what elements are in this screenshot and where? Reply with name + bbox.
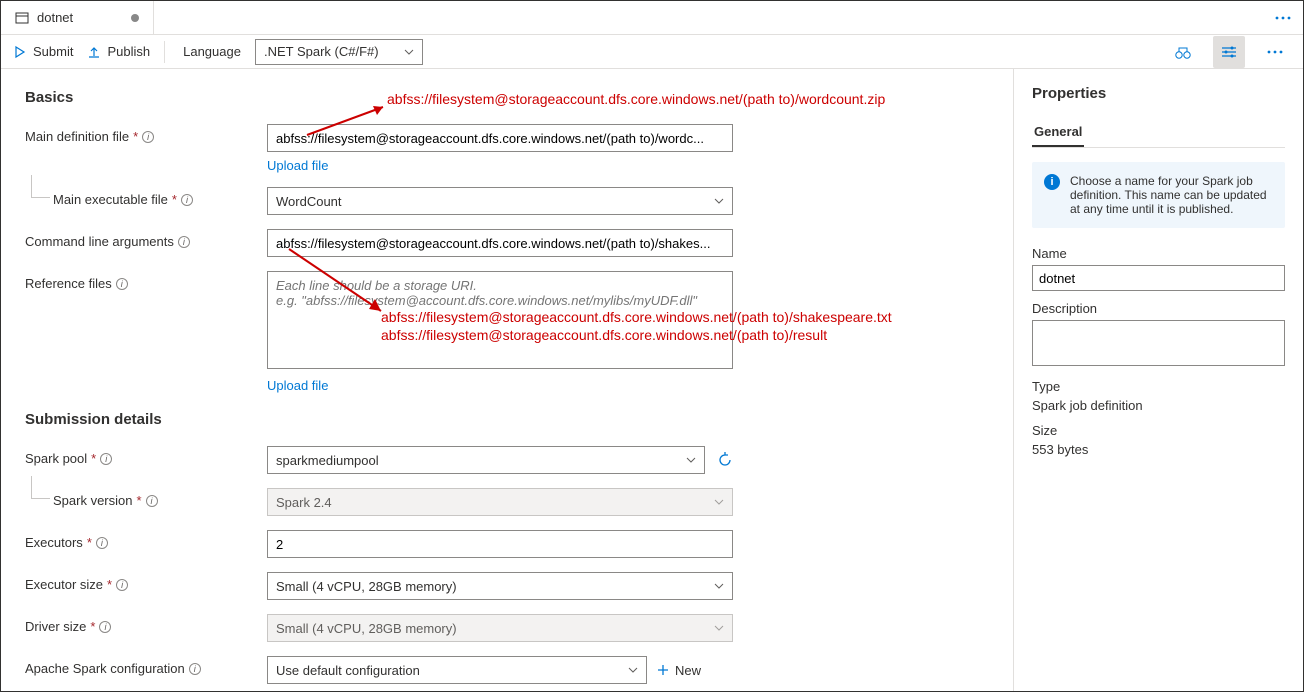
driver-size-select: Small (4 vCPU, 28GB memory) xyxy=(267,614,733,642)
spark-config-select[interactable]: Use default configuration xyxy=(267,656,647,684)
spark-version-label: Spark version xyxy=(53,493,132,508)
language-value: .NET Spark (C#/F#) xyxy=(264,44,379,59)
info-circle-icon: i xyxy=(1044,174,1060,190)
spark-pool-value: sparkmediumpool xyxy=(276,453,379,468)
spark-pool-label: Spark pool xyxy=(25,451,87,466)
ref-files-input[interactable] xyxy=(267,271,733,369)
refresh-button[interactable] xyxy=(717,452,733,468)
spark-config-value: Use default configuration xyxy=(276,663,420,678)
info-icon[interactable]: i xyxy=(100,453,112,465)
refresh-icon xyxy=(717,452,733,468)
publish-label: Publish xyxy=(107,44,150,59)
driver-size-label: Driver size xyxy=(25,619,86,634)
properties-heading: Properties xyxy=(1032,85,1285,102)
size-value: 553 bytes xyxy=(1032,442,1285,457)
submit-button[interactable]: Submit xyxy=(13,44,73,59)
plus-icon xyxy=(657,664,669,676)
name-label: Name xyxy=(1032,246,1285,261)
new-config-button[interactable]: New xyxy=(657,663,701,678)
main-exe-value: WordCount xyxy=(276,194,342,209)
new-label: New xyxy=(675,663,701,678)
cmd-args-input[interactable] xyxy=(267,229,733,257)
info-callout: i Choose a name for your Spark job defin… xyxy=(1032,162,1285,228)
info-icon[interactable]: i xyxy=(189,663,201,675)
tab-bar: dotnet xyxy=(1,1,1303,35)
spark-version-select: Spark 2.4 xyxy=(267,488,733,516)
tab-file-icon xyxy=(15,11,29,25)
submit-label: Submit xyxy=(33,44,73,59)
properties-panel: Properties General i Choose a name for y… xyxy=(1013,69,1303,691)
name-input[interactable] xyxy=(1032,265,1285,291)
info-icon[interactable]: i xyxy=(142,131,154,143)
info-icon[interactable]: i xyxy=(116,579,128,591)
info-icon[interactable]: i xyxy=(116,278,128,290)
cmd-args-label: Command line arguments xyxy=(25,234,174,249)
chevron-down-icon xyxy=(714,497,724,507)
view-configs-link[interactable]: View configurations xyxy=(267,690,380,691)
type-label: Type xyxy=(1032,379,1285,394)
upload-file-link-1[interactable]: Upload file xyxy=(267,158,328,173)
form-area: abfss://filesystem@storageaccount.dfs.co… xyxy=(1,69,1013,691)
spark-pool-select[interactable]: sparkmediumpool xyxy=(267,446,705,474)
unsaved-dot-icon xyxy=(131,14,139,22)
executor-size-label: Executor size xyxy=(25,577,103,592)
main-exe-label: Main executable file xyxy=(53,192,168,207)
executors-input[interactable] xyxy=(267,530,733,558)
chevron-down-icon xyxy=(628,665,638,675)
language-select[interactable]: .NET Spark (C#/F#) xyxy=(255,39,423,65)
type-value: Spark job definition xyxy=(1032,398,1285,413)
chevron-down-icon xyxy=(714,581,724,591)
toolbar-more-button[interactable] xyxy=(1259,36,1291,68)
driver-size-value: Small (4 vCPU, 28GB memory) xyxy=(276,621,457,636)
executor-size-select[interactable]: Small (4 vCPU, 28GB memory) xyxy=(267,572,733,600)
info-icon[interactable]: i xyxy=(96,537,108,549)
tab-title: dotnet xyxy=(37,10,73,25)
executors-label: Executors xyxy=(25,535,83,550)
desc-input[interactable] xyxy=(1032,320,1285,366)
submission-heading: Submission details xyxy=(25,411,989,428)
chevron-down-icon xyxy=(714,623,724,633)
toolbar: Submit Publish Language .NET Spark (C#/F… xyxy=(1,35,1303,69)
info-icon[interactable]: i xyxy=(146,495,158,507)
main-def-input[interactable] xyxy=(267,124,733,152)
size-label: Size xyxy=(1032,423,1285,438)
desc-label: Description xyxy=(1032,301,1285,316)
basics-heading: Basics xyxy=(25,89,989,106)
publish-icon xyxy=(87,45,101,59)
info-text: Choose a name for your Spark job definit… xyxy=(1070,174,1267,216)
tab-general[interactable]: General xyxy=(1032,118,1084,147)
file-tab[interactable]: dotnet xyxy=(1,1,154,34)
tab-more-button[interactable] xyxy=(1267,2,1299,34)
executor-size-value: Small (4 vCPU, 28GB memory) xyxy=(276,579,457,594)
language-label: Language xyxy=(183,44,241,59)
info-icon[interactable]: i xyxy=(181,194,193,206)
spark-config-label: Apache Spark configuration xyxy=(25,661,185,676)
chevron-down-icon xyxy=(686,455,696,465)
chevron-down-icon xyxy=(404,47,414,57)
main-exe-select[interactable]: WordCount xyxy=(267,187,733,215)
play-icon xyxy=(13,45,27,59)
related-button[interactable] xyxy=(1167,36,1199,68)
main-def-label: Main definition file xyxy=(25,129,129,144)
publish-button[interactable]: Publish xyxy=(87,44,150,59)
ref-files-label: Reference files xyxy=(25,276,112,291)
spark-version-value: Spark 2.4 xyxy=(276,495,332,510)
info-icon[interactable]: i xyxy=(178,236,190,248)
info-icon[interactable]: i xyxy=(99,621,111,633)
chevron-down-icon xyxy=(714,196,724,206)
properties-toggle-button[interactable] xyxy=(1213,36,1245,68)
upload-file-link-2[interactable]: Upload file xyxy=(267,378,328,393)
